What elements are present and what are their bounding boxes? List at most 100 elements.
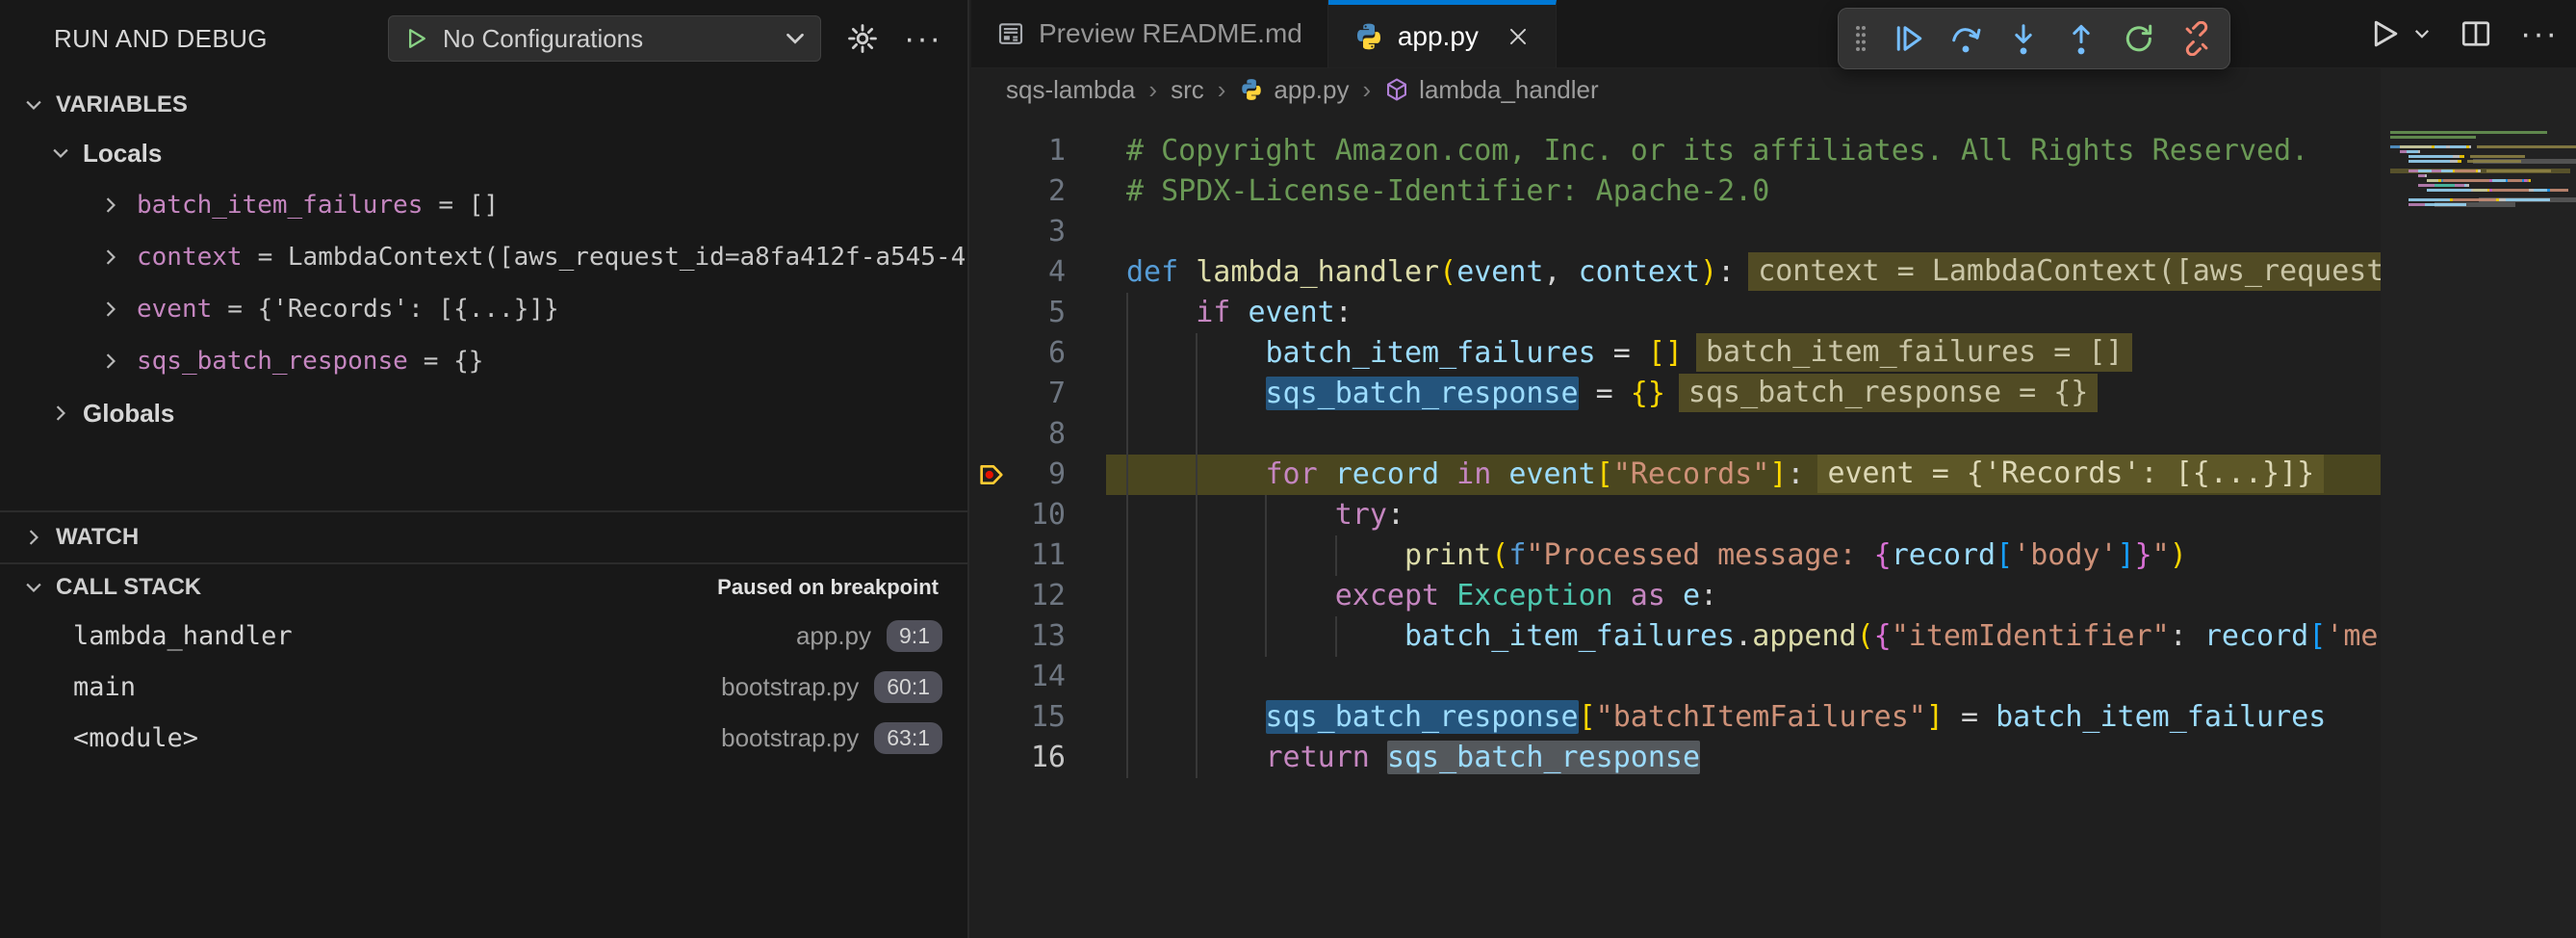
gear-icon[interactable]: [846, 22, 879, 55]
variables-section-header[interactable]: VARIABLES: [0, 83, 967, 127]
variable-row[interactable]: event = {'Records': [{...}]}: [0, 283, 967, 335]
code-line[interactable]: 12 except Exception as e:: [971, 576, 2381, 616]
chevron-down-icon[interactable]: [784, 27, 807, 50]
breakpoint-gutter[interactable]: [971, 657, 1014, 697]
variable-row[interactable]: context = LambdaContext([aws_request_id=…: [0, 231, 967, 283]
indent-guide: [1126, 374, 1128, 414]
variable-name: event: [137, 295, 212, 324]
breakpoint-gutter[interactable]: [971, 293, 1014, 333]
breakpoint-gutter[interactable]: [971, 616, 1014, 657]
start-debug-icon[interactable]: [402, 25, 429, 52]
breakpoint-gutter[interactable]: [971, 535, 1014, 576]
stack-frame[interactable]: <module> bootstrap.py 63:1: [0, 713, 967, 764]
locals-group[interactable]: Locals: [0, 127, 967, 179]
call-stack-section-header[interactable]: CALL STACK Paused on breakpoint: [0, 564, 967, 611]
chevron-right-icon[interactable]: [100, 351, 121, 372]
code-line[interactable]: 10 try:: [971, 495, 2381, 535]
breakpoint-gutter[interactable]: [971, 374, 1014, 414]
code-line[interactable]: 1# Copyright Amazon.com, Inc. or its aff…: [971, 131, 2381, 171]
step-into-icon[interactable]: [2006, 21, 2041, 56]
chevron-right-icon[interactable]: [100, 247, 121, 268]
continue-icon[interactable]: [1891, 21, 1925, 56]
indent-guide: [1196, 535, 1198, 576]
code-line[interactable]: 14: [971, 657, 2381, 697]
debug-configuration-dropdown[interactable]: No Configurations: [388, 15, 821, 62]
line-number: 3: [1014, 212, 1066, 252]
code-line[interactable]: 2# SPDX-License-Identifier: Apache-2.0: [971, 171, 2381, 212]
debug-toolbar: [1838, 8, 2230, 69]
close-icon[interactable]: [1506, 24, 1531, 49]
code-line[interactable]: 13 batch_item_failures.append({"itemIden…: [971, 616, 2381, 657]
disconnect-icon[interactable]: [2179, 21, 2214, 56]
line-number: 16: [1014, 738, 1066, 778]
breakpoint-gutter[interactable]: [971, 252, 1014, 293]
current-line-breakpoint-icon[interactable]: [971, 455, 1014, 495]
chevron-down-icon: [23, 94, 44, 116]
tab-preview-readme[interactable]: Preview README.md: [971, 0, 1328, 67]
tab-app-py[interactable]: app.py: [1328, 0, 1557, 67]
indent-guide: [1196, 414, 1198, 455]
indent-guide: [1126, 576, 1128, 616]
code-line[interactable]: 9 for record in event["Records"]:event =…: [971, 455, 2381, 495]
breadcrumb-folder[interactable]: sqs-lambda: [1006, 75, 1135, 105]
step-over-icon[interactable]: [1948, 21, 1983, 56]
watch-label: WATCH: [56, 524, 139, 551]
run-python-file-button[interactable]: [2366, 15, 2432, 52]
indent-guide: [1335, 616, 1337, 657]
indent-guide: [1126, 495, 1128, 535]
breakpoint-gutter[interactable]: [971, 576, 1014, 616]
breakpoint-gutter[interactable]: [971, 333, 1014, 374]
sidebar-spacer: [0, 439, 967, 510]
breakpoint-gutter[interactable]: [971, 131, 1014, 171]
code-line[interactable]: 5 if event:: [971, 293, 2381, 333]
frame-file: bootstrap.py: [721, 723, 859, 753]
breadcrumb-symbol[interactable]: lambda_handler: [1384, 75, 1598, 105]
code-line-content: for record in event["Records"]:event = {…: [1106, 455, 2381, 495]
minimap-line: [2390, 165, 2576, 168]
code-line[interactable]: 11 print(f"Processed message: {record['b…: [971, 535, 2381, 576]
more-actions-icon[interactable]: ···: [2520, 17, 2559, 50]
code-line[interactable]: 4def lambda_handler(event, context):cont…: [971, 252, 2381, 293]
restart-icon[interactable]: [2122, 21, 2156, 56]
code-line[interactable]: 8: [971, 414, 2381, 455]
code-line[interactable]: 15 sqs_batch_response["batchItemFailures…: [971, 697, 2381, 738]
drag-handle[interactable]: [1854, 22, 1868, 55]
more-actions-icon[interactable]: ···: [904, 22, 942, 55]
breakpoint-gutter[interactable]: [971, 414, 1014, 455]
breadcrumb-folder[interactable]: src: [1171, 75, 1204, 105]
line-number: 5: [1014, 293, 1066, 333]
breakpoint-gutter[interactable]: [971, 738, 1014, 778]
watch-section-header[interactable]: WATCH: [0, 512, 967, 562]
breadcrumb-file[interactable]: app.py: [1239, 75, 1349, 105]
breakpoint-gutter[interactable]: [971, 697, 1014, 738]
split-editor-icon[interactable]: [2459, 16, 2493, 51]
code-line-content: batch_item_failures.append({"itemIdentif…: [1106, 616, 2381, 657]
frame-position-badge: 60:1: [874, 671, 942, 703]
minimap[interactable]: [2381, 67, 2576, 938]
code-line-content: # SPDX-License-Identifier: Apache-2.0: [1106, 171, 2381, 212]
breakpoint-gutter[interactable]: [971, 171, 1014, 212]
code-line[interactable]: 6 batch_item_failures = []batch_item_fai…: [971, 333, 2381, 374]
indent-guide: [1126, 293, 1128, 333]
stack-frame[interactable]: lambda_handler app.py 9:1: [0, 611, 967, 662]
editor-actions: ···: [2366, 0, 2559, 67]
line-number: 4: [1014, 252, 1066, 293]
variable-row[interactable]: batch_item_failures = []: [0, 179, 967, 231]
code-editor[interactable]: 1# Copyright Amazon.com, Inc. or its aff…: [971, 110, 2381, 778]
inline-debug-value: event = {'Records': [{...}]}: [1817, 455, 2324, 493]
variable-row[interactable]: sqs_batch_response = {}: [0, 335, 967, 387]
step-out-icon[interactable]: [2064, 21, 2099, 56]
breadcrumb[interactable]: sqs-lambda › src › app.py › lambda_handl…: [971, 68, 2576, 111]
stack-frame[interactable]: main bootstrap.py 60:1: [0, 662, 967, 713]
globals-group[interactable]: Globals: [0, 387, 967, 439]
minimap-line: [2390, 189, 2576, 192]
code-line[interactable]: 3: [971, 212, 2381, 252]
minimap-line: [2390, 150, 2576, 153]
chevron-right-icon[interactable]: [100, 299, 121, 320]
breakpoint-gutter[interactable]: [971, 495, 1014, 535]
code-text: def lambda_handler(event, context):: [1126, 255, 1735, 289]
code-line[interactable]: 7 sqs_batch_response = {}sqs_batch_respo…: [971, 374, 2381, 414]
breakpoint-gutter[interactable]: [971, 212, 1014, 252]
code-line[interactable]: 16 return sqs_batch_response: [971, 738, 2381, 778]
chevron-right-icon[interactable]: [100, 195, 121, 216]
